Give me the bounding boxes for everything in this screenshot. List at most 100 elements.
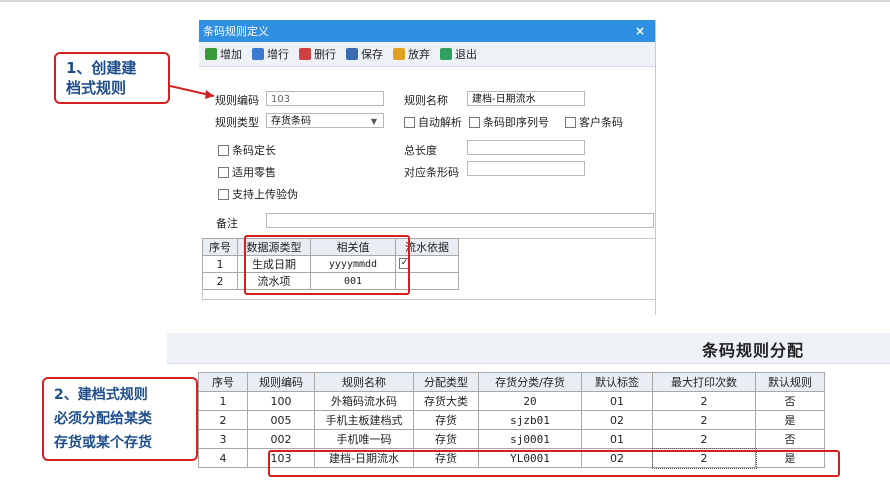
callout-assign-rule: 2、建档式规则 必须分配给某类 存货或某个存货 — [42, 377, 198, 461]
grid-cell: 2 — [652, 391, 756, 411]
rule-type-label: 规则类型 — [215, 116, 259, 129]
discard-icon — [393, 48, 405, 60]
grid-cell: 100 — [247, 391, 315, 411]
table-row[interactable]: 2 005 手机主板建档式 存货 sjzb01 02 2 是 — [198, 410, 825, 430]
grid-cell: 2 — [198, 410, 248, 430]
grid-header: 规则编码 — [247, 372, 315, 392]
toolbar-label: 删行 — [314, 48, 336, 61]
grid-cell: 手机唯一码 — [314, 429, 414, 449]
callout-arrow — [170, 85, 215, 99]
barcode-serial-checkbox[interactable]: 条码即序列号 — [469, 114, 549, 130]
grid-cell: sj0001 — [478, 429, 582, 449]
grid-cell: 4 — [198, 448, 248, 468]
customer-barcode-checkbox[interactable]: 客户条码 — [565, 114, 623, 130]
callout-line: 档式规则 — [66, 79, 127, 97]
highlight-box-row4 — [268, 450, 840, 477]
toolbar-button-0[interactable]: 增加 — [203, 46, 244, 62]
grid-header: 默认规则 — [755, 372, 825, 392]
table-row[interactable]: 3 002 手机唯一码 存货 sj0001 01 2 否 — [198, 429, 825, 449]
grid-cell: 20 — [478, 391, 582, 411]
grid-header: 序号 — [198, 372, 248, 392]
callout-line: 2、建档式规则 — [54, 387, 148, 403]
grid-cell: 否 — [755, 429, 825, 449]
grid-cell: 2 — [652, 410, 756, 430]
toolbar-label: 放弃 — [408, 48, 430, 61]
grid-header: 分配类型 — [413, 372, 479, 392]
grid-cell: 02 — [581, 410, 653, 430]
grid-cell: 否 — [755, 391, 825, 411]
upload-verify-checkbox[interactable]: 支持上传验伪 — [218, 186, 298, 202]
grid-cell: 存货 — [413, 410, 479, 430]
rule-code-label: 规则编码 — [215, 94, 259, 107]
barcode-map-input[interactable] — [467, 161, 585, 176]
toolbar-button-3[interactable]: 保存 — [344, 46, 385, 62]
grid-cell: 1 — [202, 255, 238, 273]
fixed-length-label: 条码定长 — [232, 144, 276, 157]
rule-name-label: 规则名称 — [404, 94, 448, 107]
grid-cell: 1 — [198, 391, 248, 411]
remark-input[interactable] — [266, 213, 654, 228]
toolbar-label: 保存 — [361, 48, 383, 61]
panel-title: 条码规则分配 — [701, 341, 804, 360]
dialog-title: 条码规则定义 — [203, 25, 269, 38]
barcode-map-label: 对应条形码 — [404, 166, 459, 179]
rule-name-input[interactable]: 建档-日期流水 — [467, 91, 585, 106]
table-row[interactable]: 1 100 外箱码流水码 存货大类 20 01 2 否 — [198, 391, 825, 411]
toolbar-button-2[interactable]: 删行 — [297, 46, 338, 62]
retail-checkbox[interactable]: 适用零售 — [218, 164, 276, 180]
grid-cell: 存货大类 — [413, 391, 479, 411]
grid-cell: 3 — [198, 429, 248, 449]
grid-cell: sjzb01 — [478, 410, 582, 430]
grid-cell: 01 — [581, 391, 653, 411]
top-divider — [0, 0, 890, 2]
grid-cell: 002 — [247, 429, 315, 449]
add-icon — [205, 48, 217, 60]
remark-label: 备注 — [216, 217, 238, 230]
grid-header: 存货分类/存货 — [478, 372, 582, 392]
toolbar-label: 退出 — [455, 48, 477, 61]
toolbar: 增加 增行 删行 保存 放弃 退出 — [199, 42, 655, 67]
rule-type-value: 存货条码 — [271, 116, 311, 127]
grid-cell: 005 — [247, 410, 315, 430]
callout-line: 存货或某个存货 — [54, 435, 152, 451]
grid-cell: 01 — [581, 429, 653, 449]
grid-cell: 存货 — [413, 429, 479, 449]
toolbar-button-1[interactable]: 增行 — [250, 46, 291, 62]
total-length-label: 总长度 — [404, 144, 437, 157]
add-row-icon — [252, 48, 264, 60]
chevron-down-icon: ▼ — [370, 117, 377, 126]
grid-header: 规则名称 — [314, 372, 414, 392]
grid-cell: 外箱码流水码 — [314, 391, 414, 411]
panel-header: 条码规则分配 — [167, 333, 890, 364]
toolbar-label: 增加 — [220, 48, 242, 61]
save-icon — [346, 48, 358, 60]
toolbar-button-5[interactable]: 退出 — [438, 46, 479, 62]
total-length-input[interactable] — [467, 140, 585, 155]
fixed-length-checkbox[interactable]: 条码定长 — [218, 142, 276, 158]
rule-type-select[interactable]: 存货条码 ▼ — [266, 113, 384, 128]
upload-verify-label: 支持上传验伪 — [232, 188, 298, 201]
grid-header: 序号 — [202, 238, 238, 256]
dialog-titlebar: 条码规则定义 × — [199, 20, 655, 42]
customer-barcode-label: 客户条码 — [579, 116, 623, 129]
grid-cell: 手机主板建档式 — [314, 410, 414, 430]
rule-code-input[interactable]: 103 — [266, 91, 384, 106]
toolbar-button-4[interactable]: 放弃 — [391, 46, 432, 62]
exit-icon — [440, 48, 452, 60]
callout-line: 1、创建建 — [66, 59, 137, 77]
toolbar-label: 增行 — [267, 48, 289, 61]
delete-row-icon — [299, 48, 311, 60]
grid-cell: 2 — [652, 429, 756, 449]
close-icon[interactable]: × — [635, 24, 645, 38]
callout-line: 必须分配给某类 — [54, 411, 152, 427]
barcode-serial-label: 条码即序列号 — [483, 116, 549, 129]
grid-cell: 2 — [202, 272, 238, 290]
retail-label: 适用零售 — [232, 166, 276, 179]
highlight-box-source — [244, 235, 410, 295]
grid-header: 最大打印次数 — [652, 372, 756, 392]
auto-parse-label: 自动解析 — [418, 116, 462, 129]
callout-create-rule: 1、创建建 档式规则 — [54, 52, 170, 104]
auto-parse-checkbox[interactable]: 自动解析 — [404, 114, 462, 130]
grid-cell: 是 — [755, 410, 825, 430]
grid-header: 默认标签 — [581, 372, 653, 392]
